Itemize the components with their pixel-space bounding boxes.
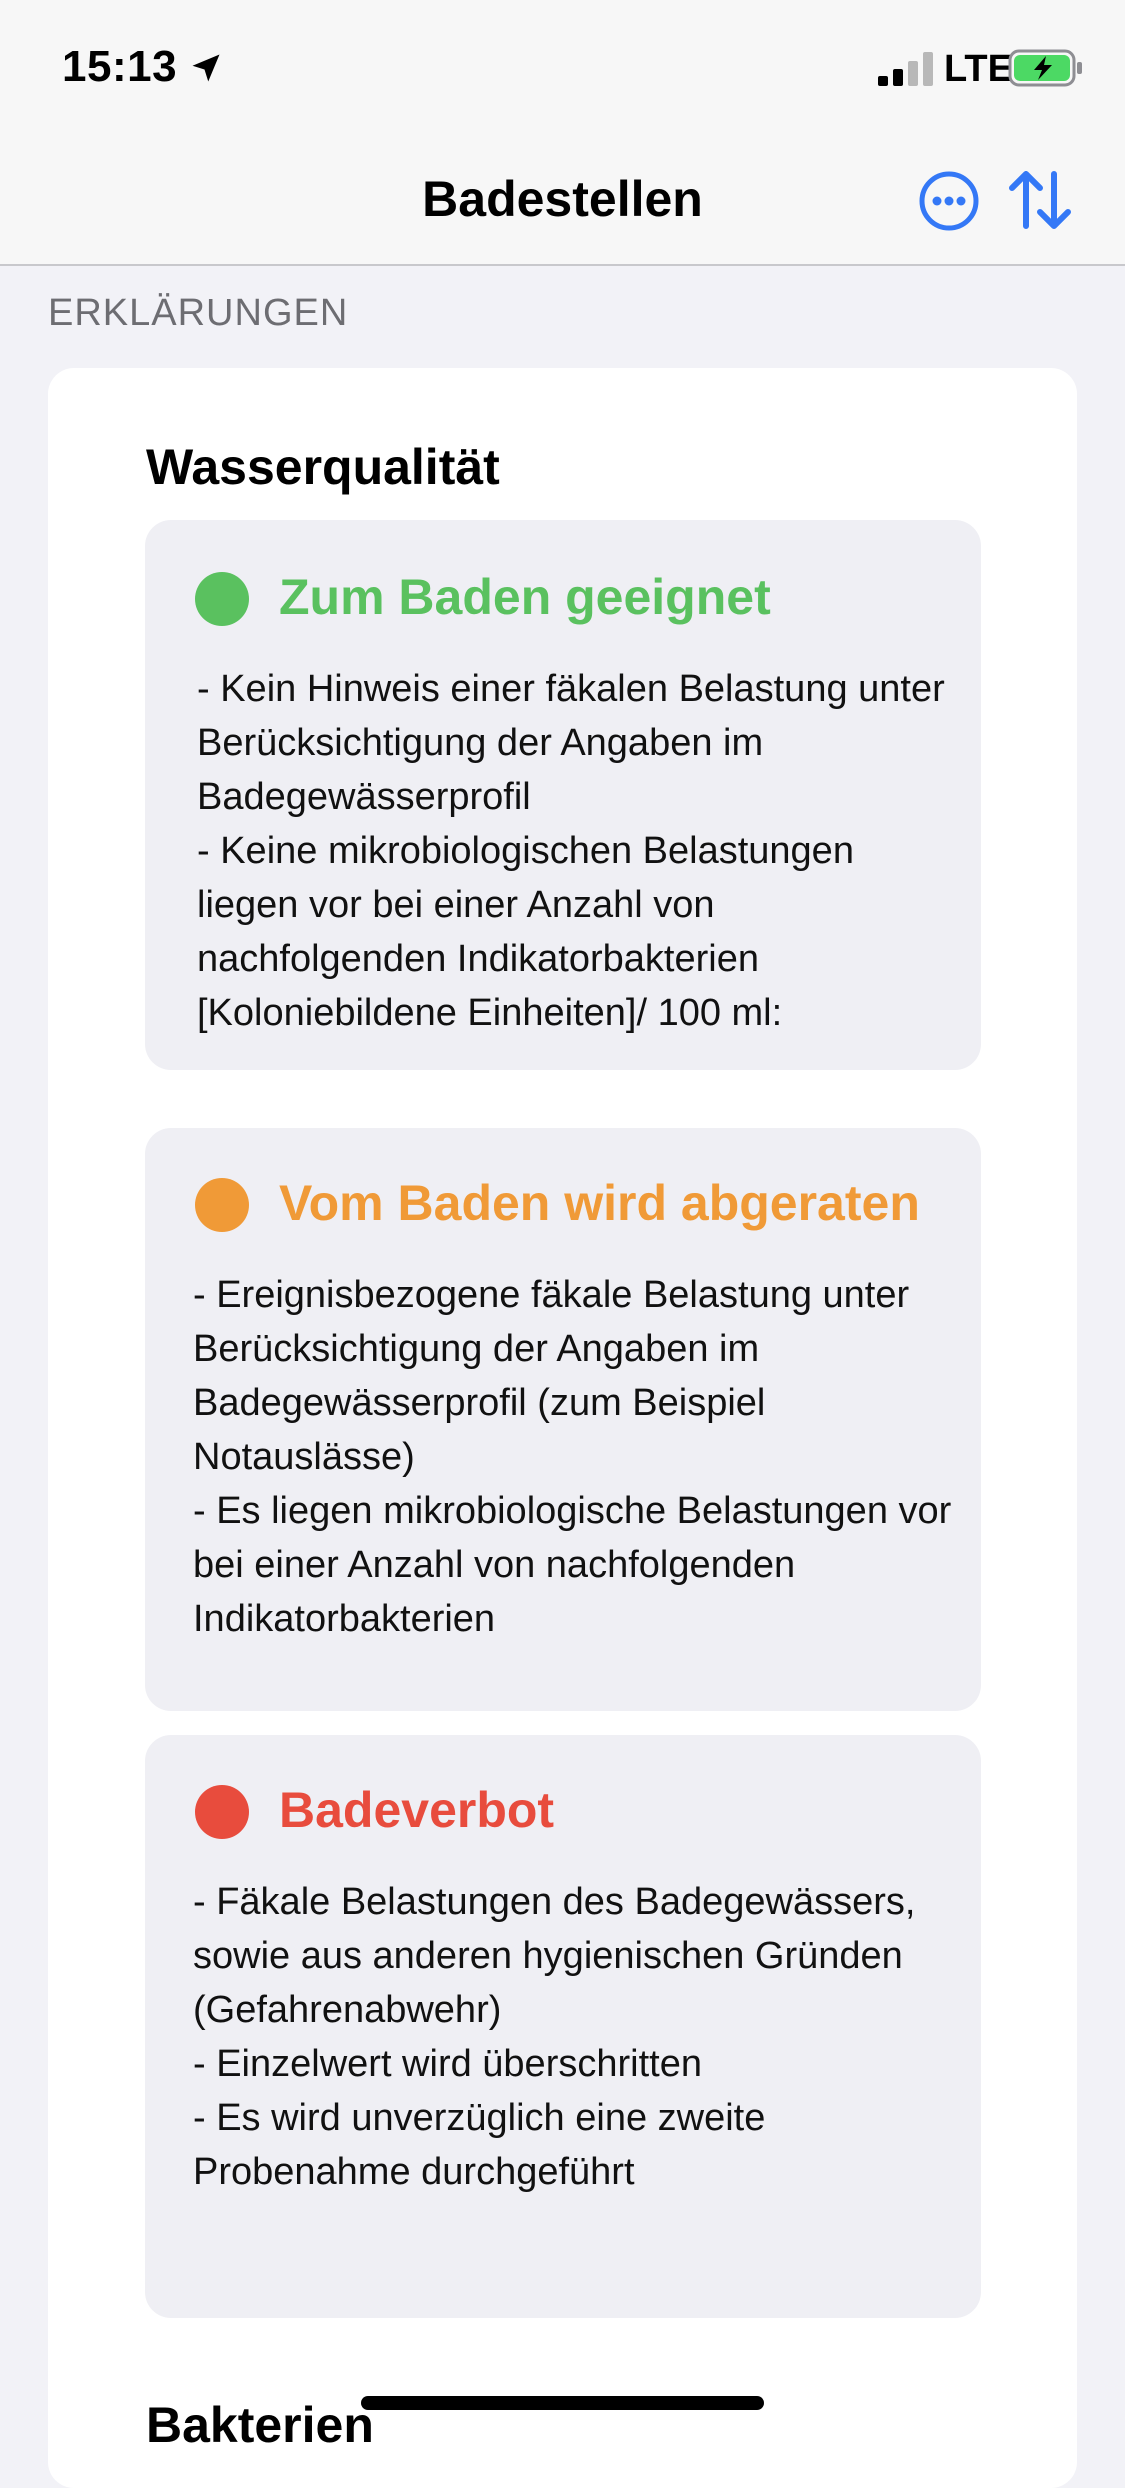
red-status-dot-icon: [195, 1785, 249, 1839]
orange-status-dot-icon: [195, 1178, 249, 1232]
quality-description-clip: - Ereignisbezogene fäkale Belastung unte…: [193, 1268, 953, 1676]
quality-title: Vom Baden wird abgeraten: [279, 1175, 920, 1231]
quality-description: - Fäkale Belastungen des Badegewässers, …: [193, 1881, 916, 2193]
green-status-dot-icon: [195, 572, 249, 626]
sort-button[interactable]: [1006, 166, 1074, 234]
status-bar: 15:13 LTE: [0, 0, 1125, 130]
section-header: ERKLÄRUNGEN: [48, 292, 349, 334]
bacteria-heading: Bakterien: [146, 2397, 374, 2453]
navigation-bar: Badestellen: [0, 130, 1125, 266]
more-options-button[interactable]: [918, 170, 980, 232]
status-time: 15:13: [62, 42, 178, 91]
quality-box-suitable: Zum Baden geeignet - Kein Hinweis einer …: [145, 520, 981, 1070]
quality-title: Zum Baden geeignet: [279, 569, 771, 625]
explanations-card: Wasserqualität Zum Baden geeignet - Kein…: [48, 368, 1077, 2488]
quality-box-bathing-ban: Badeverbot - Fäkale Belastungen des Bade…: [145, 1735, 981, 2318]
network-type: LTE: [944, 48, 1013, 90]
home-indicator[interactable]: [361, 2396, 764, 2410]
quality-description: - Kein Hinweis einer fäkalen Belastung u…: [197, 668, 945, 1034]
location-arrow-icon: [192, 54, 220, 82]
quality-description: - Ereignisbezogene fäkale Belastung unte…: [193, 1274, 952, 1640]
quality-description-clip: - Kein Hinweis einer fäkalen Belastung u…: [197, 662, 957, 1036]
cellular-signal-icon: [878, 52, 933, 86]
quality-description-clip: - Fäkale Belastungen des Badegewässers, …: [193, 1875, 953, 2283]
battery-charging-icon: [1008, 49, 1082, 87]
water-quality-heading: Wasserqualität: [146, 439, 500, 495]
quality-title: Badeverbot: [279, 1782, 555, 1838]
quality-box-discouraged: Vom Baden wird abgeraten - Ereignisbezog…: [145, 1128, 981, 1711]
